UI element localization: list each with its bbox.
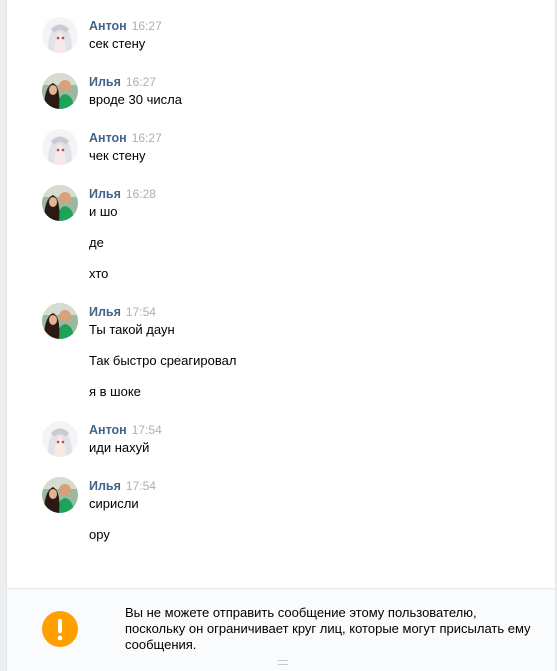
author-name[interactable]: Антон — [89, 131, 127, 145]
author-name[interactable]: Илья — [89, 305, 121, 319]
author-name[interactable]: Илья — [89, 75, 121, 89]
author-name[interactable]: Антон — [89, 423, 127, 437]
message-time[interactable]: 16:27 — [132, 131, 162, 145]
message-header: Илья 17:54 — [89, 303, 156, 319]
notice-text: Вы не можете отправить сообщение этому п… — [125, 605, 531, 652]
message-header: Илья 17:54 — [89, 477, 156, 493]
ilya-avatar[interactable] — [42, 73, 78, 109]
message-text: Так быстро среагировал — [89, 353, 237, 368]
message-time[interactable]: 17:54 — [132, 423, 162, 437]
message-text: ору — [89, 527, 110, 542]
anton-avatar[interactable] — [42, 129, 78, 165]
message-header: Антон 16:27 — [89, 129, 162, 145]
message-header: Антон 17:54 — [89, 421, 162, 437]
message-text: я в шоке — [89, 384, 141, 399]
message-text: чек стену — [89, 148, 146, 163]
anton-avatar[interactable] — [42, 17, 78, 53]
ilya-avatar[interactable] — [42, 477, 78, 513]
author-name[interactable]: Антон — [89, 19, 127, 33]
ilya-avatar[interactable] — [42, 185, 78, 221]
message-text: сек стену — [89, 36, 146, 51]
author-name[interactable]: Илья — [89, 187, 121, 201]
author-name[interactable]: Илья — [89, 479, 121, 493]
message-text: иди нахуй — [89, 440, 150, 455]
message-history[interactable]: Антон 16:27 сек стену Илья 16:27 вроде 30 … — [7, 0, 555, 588]
resize-handle[interactable] — [278, 660, 288, 665]
message-time[interactable]: 17:54 — [126, 305, 156, 319]
message-text: хто — [89, 266, 109, 281]
ilya-avatar[interactable] — [42, 303, 78, 339]
message-time[interactable]: 16:28 — [126, 187, 156, 201]
message-time[interactable]: 17:54 — [126, 479, 156, 493]
message-text: де — [89, 235, 104, 250]
message-time[interactable]: 16:27 — [126, 75, 156, 89]
message-text: вроде 30 числа — [89, 92, 182, 107]
exclamation-icon — [42, 611, 78, 647]
message-time[interactable]: 16:27 — [132, 19, 162, 33]
message-text: Ты такой даун — [89, 322, 175, 337]
write-restriction-notice: Вы не можете отправить сообщение этому п… — [7, 588, 555, 671]
message-header: Антон 16:27 — [89, 17, 162, 33]
message-text: сирисли — [89, 496, 139, 511]
anton-avatar[interactable] — [42, 421, 78, 457]
chat-panel: Антон 16:27 сек стену Илья 16:27 вроде 30 … — [6, 0, 556, 671]
message-text: и шо — [89, 204, 118, 219]
message-header: Илья 16:27 — [89, 73, 156, 89]
message-header: Илья 16:28 — [89, 185, 156, 201]
